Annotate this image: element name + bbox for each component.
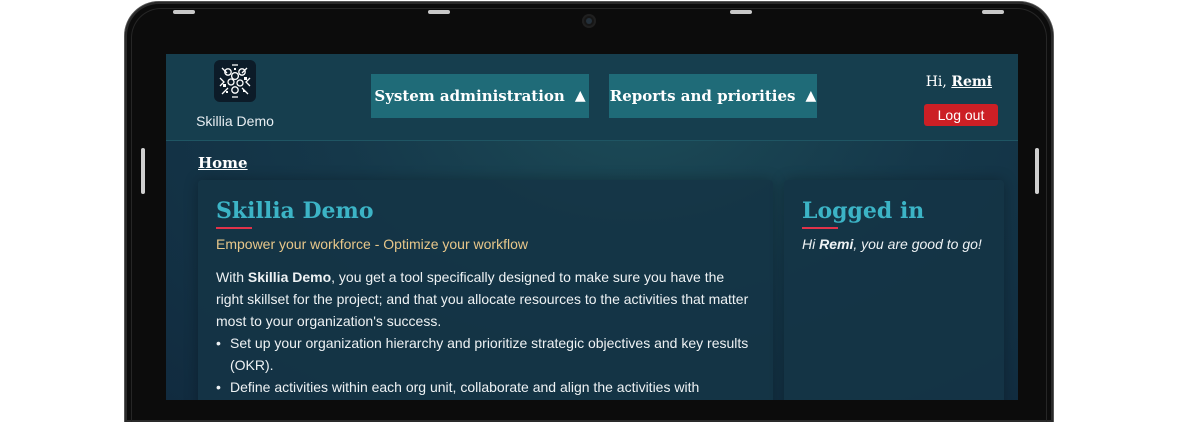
reports-and-priorities-label: Reports and priorities — [609, 87, 796, 105]
user-greeting: Hi, Remi — [866, 74, 992, 90]
device-slot — [982, 10, 1004, 14]
list-item: Define activities within each org unit, … — [216, 376, 755, 398]
device-side-button — [141, 148, 145, 194]
camera-icon — [582, 14, 596, 28]
intro-product-name: Skillia Demo — [247, 269, 332, 285]
feature-list: Set up your organization hierarchy and p… — [216, 332, 755, 398]
brand[interactable]: Skillia Demo — [166, 54, 304, 140]
greeting-text: Hi, — [925, 74, 952, 90]
intro-card: Skillia Demo Empower your workforce - Op… — [198, 180, 773, 400]
system-administration-menu-button[interactable]: System administration ▲ — [371, 74, 589, 118]
breadcrumb-home-link[interactable]: Home — [198, 154, 248, 172]
caret-up-icon: ▲ — [574, 88, 586, 104]
device-slot — [173, 10, 195, 14]
msg-prefix: Hi — [802, 236, 820, 252]
logged-in-title: Logged in — [802, 198, 925, 224]
device-slot — [428, 10, 450, 14]
brand-name: Skillia Demo — [196, 113, 274, 129]
logged-in-message: Hi Remi, you are good to go! — [802, 236, 986, 252]
app-screen: Skillia Demo System administration ▲ Rep… — [166, 54, 1018, 400]
device-side-button — [1035, 148, 1039, 194]
system-administration-label: System administration — [374, 87, 565, 105]
user-name-link[interactable]: Remi — [951, 74, 992, 90]
reports-and-priorities-menu-button[interactable]: Reports and priorities ▲ — [609, 74, 817, 118]
caret-up-icon: ▲ — [805, 88, 817, 104]
msg-user-name: Remi — [819, 236, 854, 252]
device-slot — [730, 10, 752, 14]
skillia-logo-icon — [214, 60, 256, 102]
logout-button[interactable]: Log out — [924, 104, 998, 126]
title-underline — [216, 227, 252, 229]
top-navigation-bar: Skillia Demo System administration ▲ Rep… — [166, 54, 1018, 141]
msg-suffix: , you are good to go! — [853, 236, 982, 252]
intro-title: Skillia Demo — [216, 198, 374, 224]
intro-prefix: With — [216, 269, 248, 285]
tagline: Empower your workforce - Optimize your w… — [216, 236, 528, 252]
intro-paragraph: With Skillia Demo, you get a tool specif… — [216, 266, 755, 332]
title-underline — [802, 227, 838, 229]
logged-in-card: Logged in Hi Remi, you are good to go! — [784, 180, 1004, 400]
list-item: Set up your organization hierarchy and p… — [216, 332, 755, 376]
